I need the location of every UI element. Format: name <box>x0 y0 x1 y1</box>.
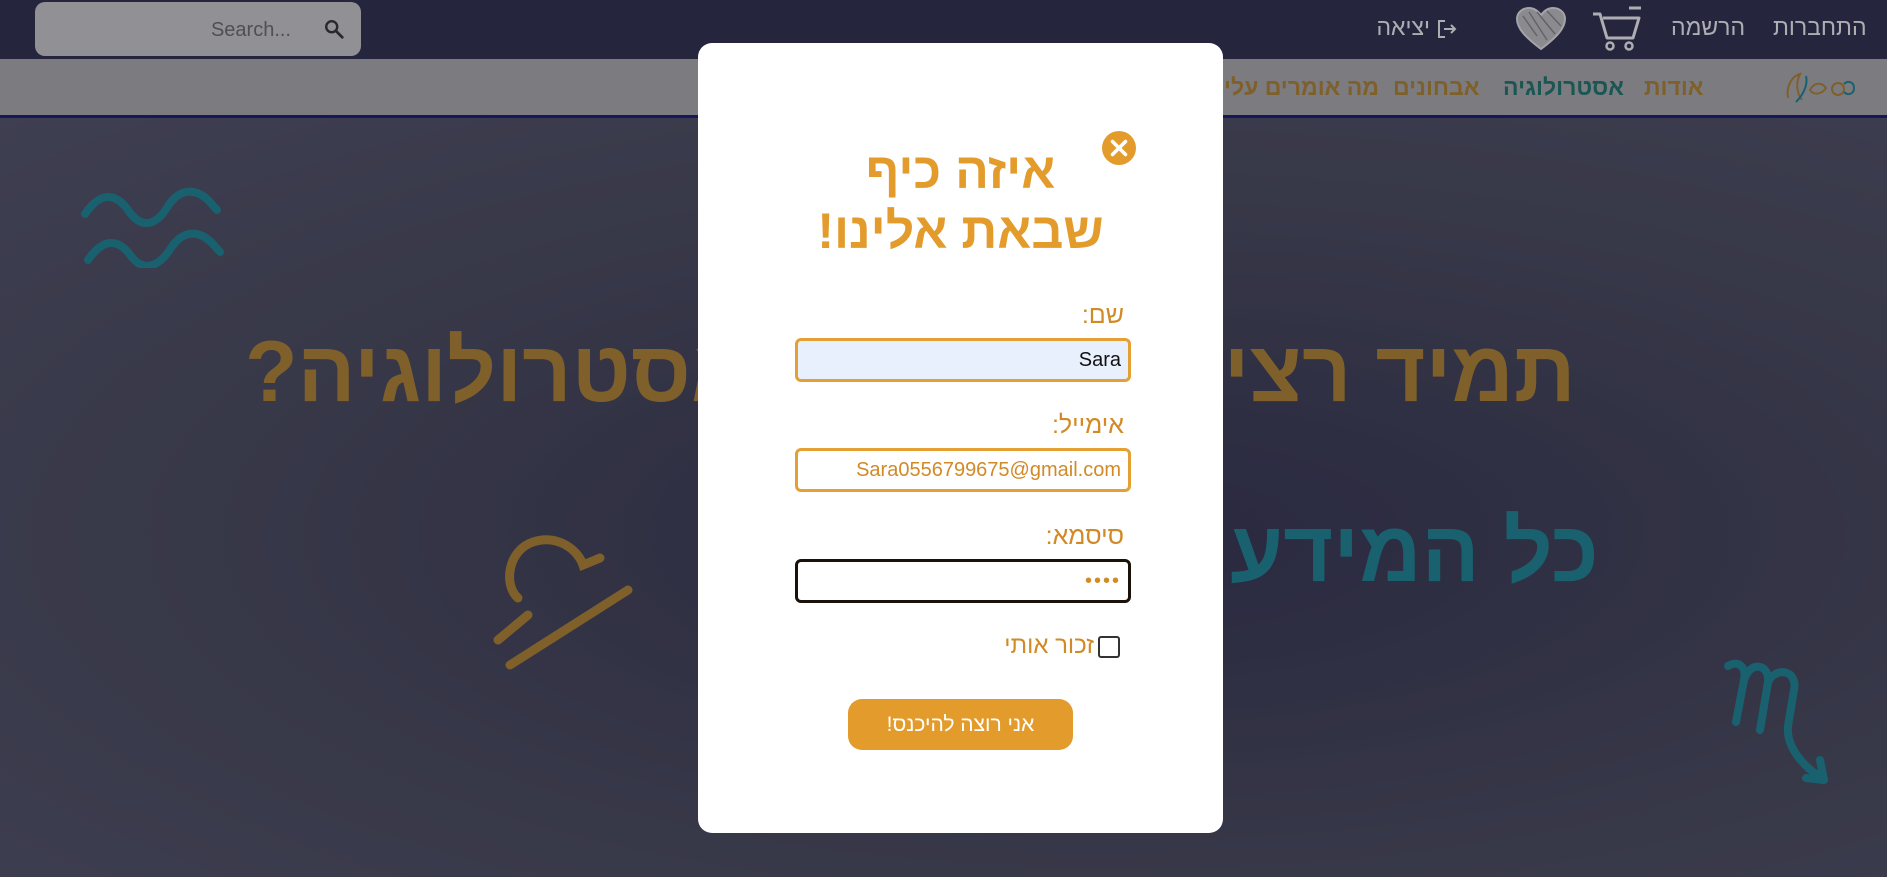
email-input[interactable] <box>795 448 1131 492</box>
remember-me-label[interactable]: זכור אותי <box>988 632 1094 660</box>
email-label: אימייל: <box>1051 411 1124 439</box>
name-label: שם: <box>1081 301 1124 329</box>
name-input[interactable] <box>795 338 1131 382</box>
modal-title-line-2: שבאת אלינו! <box>817 203 1104 259</box>
remember-me-checkbox[interactable] <box>1098 636 1120 658</box>
password-input[interactable] <box>795 559 1131 603</box>
modal-title: איזה כיף שבאת אלינו! <box>698 141 1223 261</box>
login-submit-button[interactable]: אני רוצה להיכנס! <box>848 699 1073 750</box>
modal-title-line-1: איזה כיף <box>865 143 1056 199</box>
password-label: סיסמא: <box>1045 522 1124 550</box>
login-modal: איזה כיף שבאת אלינו! שם: אימייל: סיסמא: … <box>698 43 1223 833</box>
